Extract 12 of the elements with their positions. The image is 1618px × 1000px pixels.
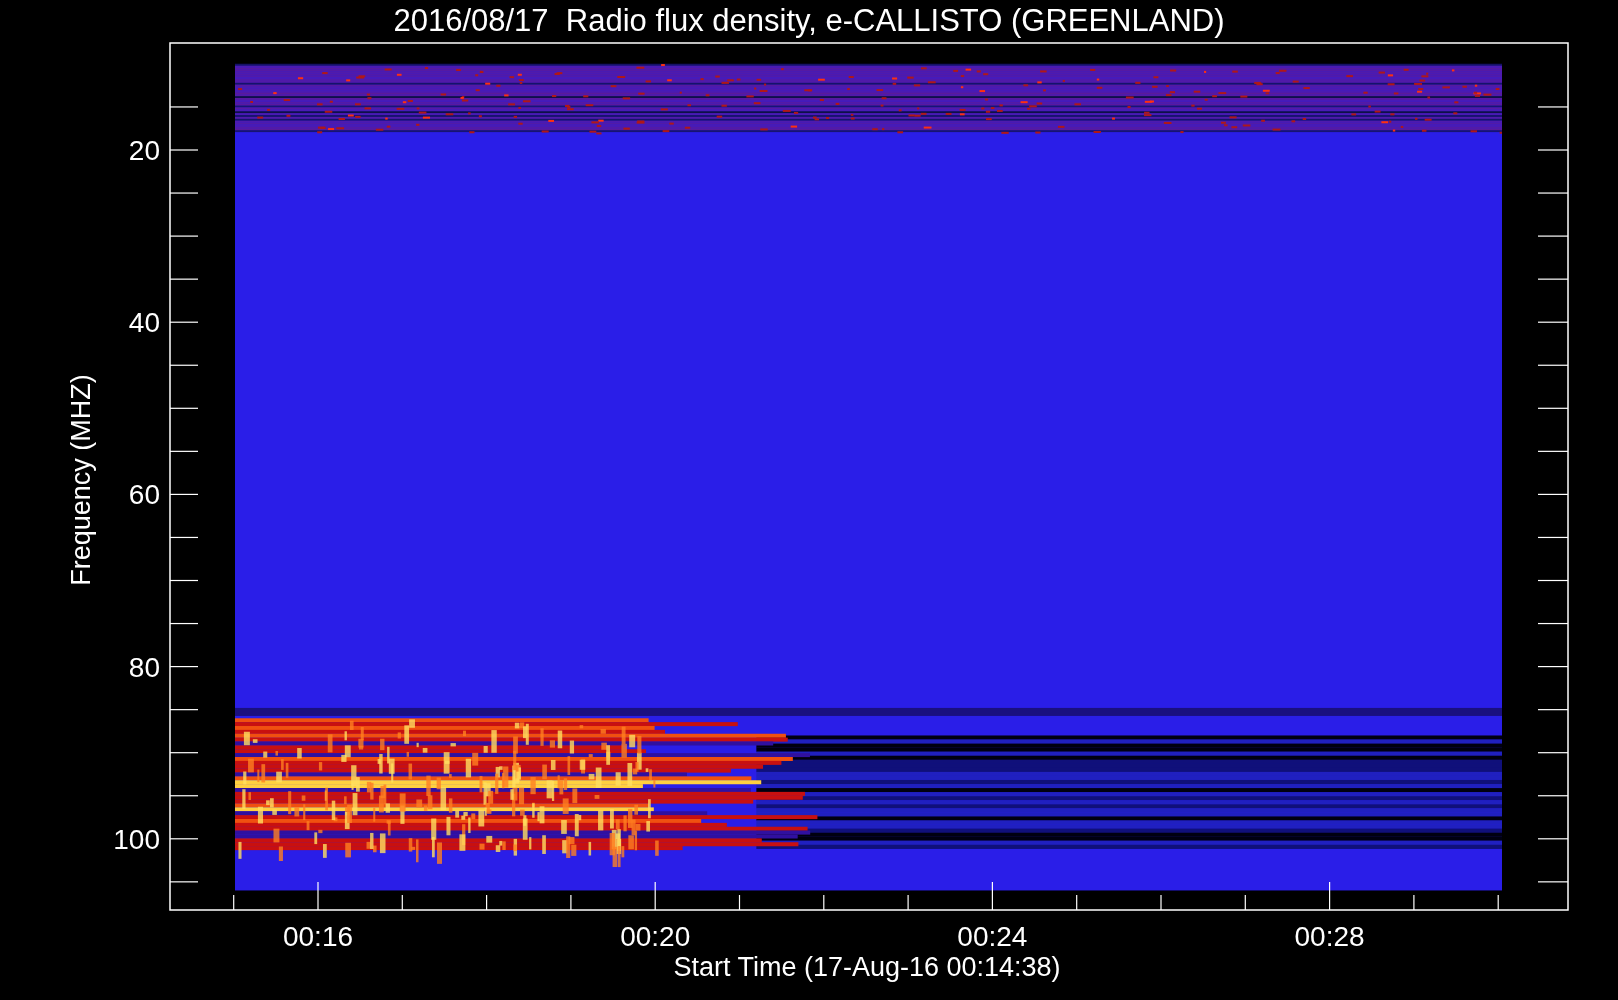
y-tick-label: 80 [128, 651, 160, 683]
y-tick-label: 20 [128, 135, 160, 166]
x-axis-label: Start Time (17-Aug-16 00:14:38) [673, 952, 1061, 982]
plot-title: 2016/08/17 Radio flux density, e-CALLISTO (GREENLAND) [393, 2, 1225, 40]
x-tick-label: 00:20 [620, 921, 691, 952]
y-axis-label: Frequency (MHZ) [66, 374, 96, 586]
y-tick-label: 100 [113, 823, 160, 855]
y-tick-label: 40 [128, 307, 160, 339]
x-tick-label: 00:16 [282, 921, 354, 952]
x-tick-label: 00:28 [1294, 921, 1365, 952]
y-tick-label: 60 [128, 479, 160, 511]
x-tick-label: 00:24 [957, 921, 1028, 952]
